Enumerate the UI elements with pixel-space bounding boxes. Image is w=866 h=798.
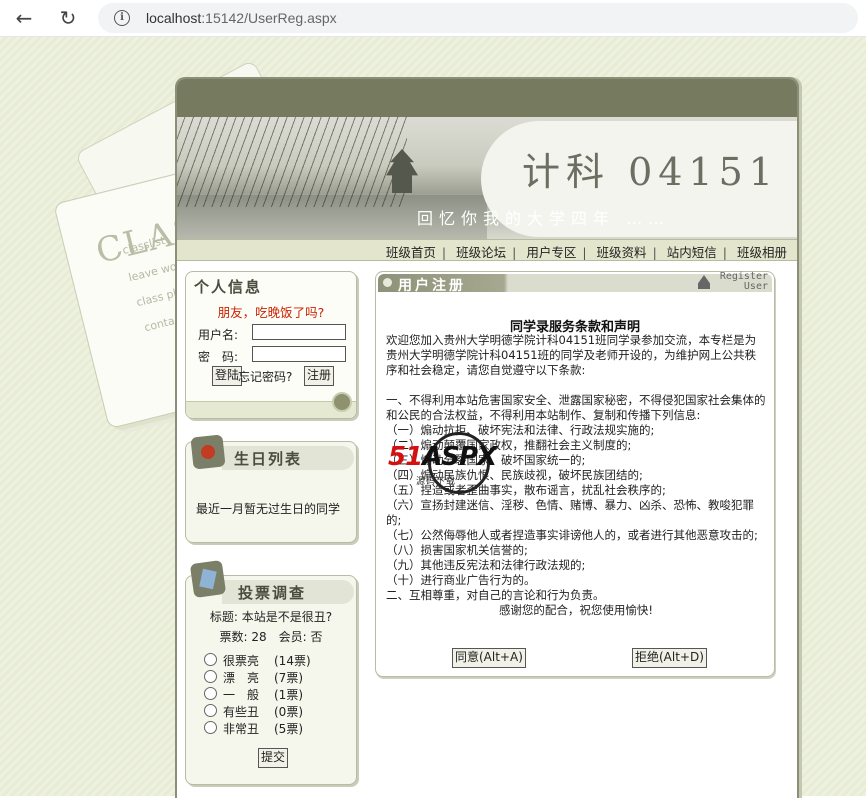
registration-panel: 用户注册 Register User 同学录服务条款和声明 欢迎您加入贵州大学明德…	[375, 271, 775, 677]
reload-icon[interactable]: ↻	[56, 6, 80, 30]
nav-messages[interactable]: 站内短信	[661, 245, 723, 260]
username-input[interactable]	[252, 324, 346, 340]
user-icon	[698, 275, 710, 289]
top-strip	[177, 79, 797, 117]
terms-item: （八）损害国家机关信誉的;	[386, 543, 528, 557]
poll-panel: 投票调查 标题: 本站是不是很丑? 票数: 28 会员: 否 很票亮 (14票) …	[185, 559, 357, 785]
terms-clause-2: 二、互相尊重，对自己的言论和行为负责。	[386, 588, 605, 602]
username-label: 用户名:	[198, 328, 239, 342]
poll-topic: 标题: 本站是不是很丑?	[209, 610, 333, 624]
terms-clause-1: 一、不得利用本站危害国家安全、泄露国家秘密，不得侵犯国家社会集体的和公民的合法权…	[386, 393, 766, 422]
registration-header-title: 用户注册	[398, 278, 466, 294]
watermark-brand: 51ASPX	[388, 442, 497, 472]
nav-user-zone[interactable]: 用户专区	[520, 245, 582, 260]
nav-menu: 班级首页 | 班级论坛 | 用户专区 | 班级资料 | 站内短信 | 班级相册	[177, 239, 797, 261]
poll-panel-title: 投票调查	[238, 584, 307, 602]
login-panel: 个人信息 朋友，吃晚饭了吗? 用户名: 密 码: 登陆 忘记密码? 注册	[185, 271, 357, 419]
poll-meta: 票数: 28 会员: 否	[219, 630, 323, 644]
registration-header: 用户注册 Register User	[378, 271, 772, 294]
terms-item: （六）宣扬封建迷信、淫秽、色情、赌博、暴力、凶杀、恐怖、教唆犯罪的;	[386, 498, 754, 527]
poll-option[interactable]: 很票亮 (14票)	[204, 652, 311, 669]
poll-option[interactable]: 一 般 (1票)	[204, 686, 303, 703]
rosette-icon	[332, 392, 352, 412]
poll-submit-button[interactable]: 提交	[258, 748, 289, 768]
banner: 计科 04151 回忆你我的大学四年 ……	[177, 117, 797, 239]
poll-option[interactable]: 漂 亮 (7票)	[204, 669, 303, 686]
header-dot-icon	[383, 278, 392, 287]
banner-subtitle: 回忆你我的大学四年 ……	[417, 209, 671, 228]
url-text: localhost:15142/UserReg.aspx	[146, 10, 337, 26]
terms-item: （九）其他违反宪法和法律行政法规的;	[386, 558, 586, 572]
password-label: 密 码:	[198, 350, 239, 364]
password-input[interactable]	[252, 346, 346, 362]
birthday-panel-title: 生日列表	[234, 450, 303, 468]
nav-home[interactable]: 班级首页	[380, 245, 442, 260]
poll-option[interactable]: 非常丑 (5票)	[204, 720, 303, 737]
info-icon[interactable]: i	[114, 10, 130, 26]
username-row: 用户名:	[198, 324, 346, 343]
watermark-logo: 51ASPX 源码下载	[388, 432, 508, 494]
watermark-sub: 源码下载	[416, 477, 457, 487]
browser-toolbar: ← ↻ i localhost:15142/UserReg.aspx	[0, 0, 866, 37]
login-panel-title: 个人信息	[194, 278, 263, 296]
forgot-password-link[interactable]: 忘记密码?	[238, 368, 292, 385]
reject-button[interactable]: 拒绝(Alt+D)	[632, 648, 707, 668]
radio-button[interactable]	[204, 653, 217, 666]
nav-forum[interactable]: 班级论坛	[450, 245, 512, 260]
nav-album[interactable]: 班级相册	[731, 245, 793, 260]
banner-willow	[177, 117, 407, 207]
site-frame: 计科 04151 回忆你我的大学四年 …… 班级首页 | 班级论坛 | 用户专区 | …	[175, 77, 799, 798]
radio-button[interactable]	[204, 670, 217, 683]
radio-button[interactable]	[204, 687, 217, 700]
terms-item: （十）进行商业广告行为的。	[386, 573, 536, 587]
terms-intro: 欢迎您加入贵州大学明德学院计科04151班同学录参加交流，本专栏是为贵州大学明德…	[386, 333, 757, 377]
terms-thanks: 感谢您的配合，祝您使用愉快!	[498, 603, 654, 617]
register-button[interactable]: 注册	[304, 366, 335, 386]
agree-button[interactable]: 同意(Alt+A)	[452, 648, 526, 668]
radio-button[interactable]	[204, 704, 217, 717]
birthday-panel: 生日列表 最近一月暂无过生日的同学	[185, 434, 357, 543]
nav-class-info[interactable]: 班级资料	[591, 245, 653, 260]
radio-button[interactable]	[204, 721, 217, 734]
password-row: 密 码:	[198, 346, 346, 365]
banner-title: 计科 04151	[522, 150, 779, 194]
panel-footer	[186, 401, 356, 418]
register-user-label: Register User	[719, 271, 768, 292]
birthday-icon	[190, 434, 226, 470]
greeting-text: 朋友，吃晚饭了吗?	[217, 305, 325, 320]
poll-option[interactable]: 有些丑 (0票)	[204, 703, 303, 720]
address-bar[interactable]: i localhost:15142/UserReg.aspx	[98, 3, 858, 33]
terms-item: （七）公然侮辱他人或者捏造事实诽谤他人的，或者进行其他恶意攻击的;	[386, 528, 758, 542]
vote-icon	[189, 559, 227, 599]
back-arrow-icon[interactable]: ←	[12, 6, 36, 30]
birthday-text: 最近一月暂无过生日的同学	[196, 502, 341, 516]
